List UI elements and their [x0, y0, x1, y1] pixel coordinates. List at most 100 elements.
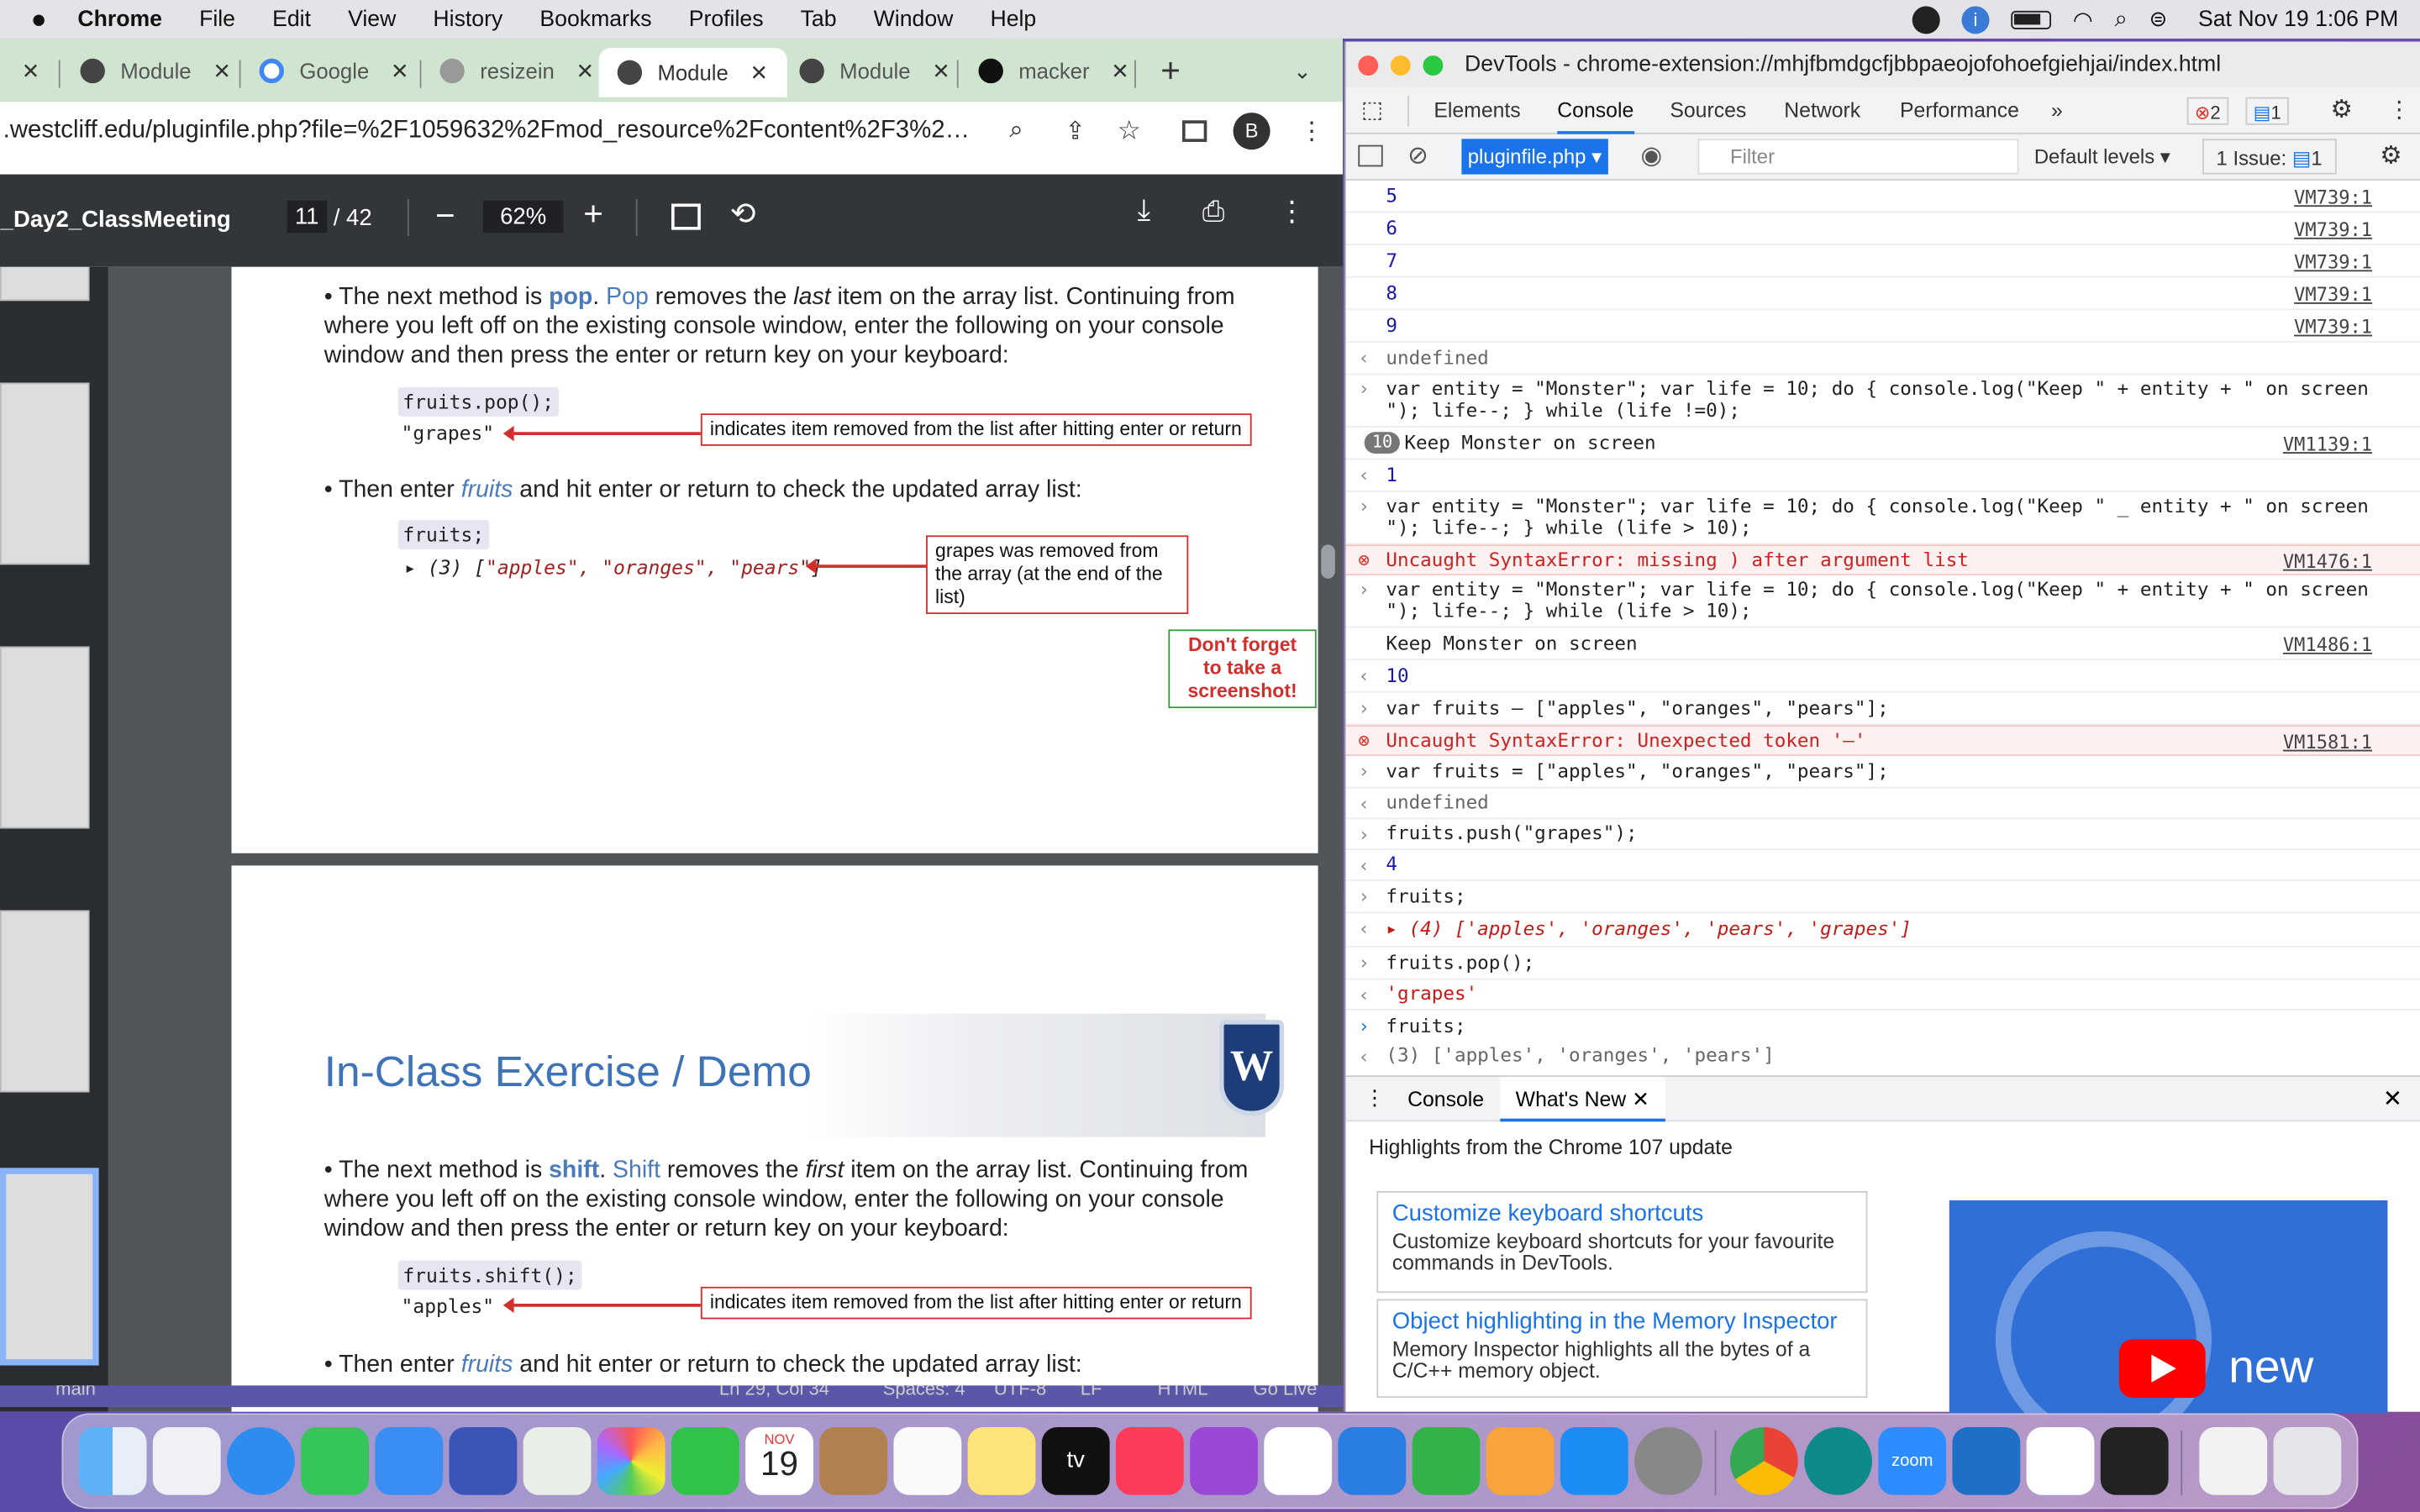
- close-window-button[interactable]: [1358, 55, 1379, 76]
- imovie-icon[interactable]: [449, 1426, 518, 1495]
- vscode-icon[interactable]: [1952, 1426, 2021, 1495]
- page-thumbnail[interactable]: [0, 910, 90, 1093]
- source-link[interactable]: VM739:1: [2294, 219, 2372, 241]
- photos-icon[interactable]: [597, 1426, 666, 1495]
- page-thumbnail[interactable]: [0, 382, 90, 565]
- settings-gear-icon[interactable]: ⚙: [2330, 88, 2352, 134]
- edge-like-icon[interactable]: [1804, 1426, 1872, 1495]
- numbers-icon[interactable]: [1412, 1426, 1481, 1495]
- tab-console[interactable]: Console: [1557, 88, 1634, 134]
- system-preferences-icon[interactable]: [1634, 1426, 1702, 1495]
- facetime-icon[interactable]: [671, 1426, 739, 1495]
- zoom-app-icon[interactable]: zoom: [1878, 1426, 1947, 1495]
- live-expression-eye-icon[interactable]: ◉: [1640, 140, 1662, 171]
- contacts-icon[interactable]: [819, 1426, 888, 1495]
- console-result-row[interactable]: ‹ ▸ (4) ['apples', 'oranges', 'pears', 'g…: [1345, 913, 2420, 948]
- menu-help[interactable]: Help: [990, 7, 1036, 31]
- rotate-icon[interactable]: ⟲: [730, 194, 756, 233]
- close-icon[interactable]: ✕: [576, 58, 595, 84]
- close-icon[interactable]: ✕: [1111, 58, 1129, 84]
- source-link[interactable]: VM1581:1: [2283, 732, 2372, 753]
- drawer-menu-icon[interactable]: ⋮: [1365, 1086, 1386, 1110]
- info-icon[interactable]: i: [1961, 5, 1990, 34]
- control-center-icon[interactable]: ⊜: [2149, 6, 2168, 32]
- status-golive[interactable]: Go Live: [1253, 1385, 1317, 1399]
- close-icon[interactable]: ✕: [750, 60, 769, 86]
- chrome-icon[interactable]: [1729, 1426, 1798, 1495]
- source-link[interactable]: VM1476:1: [2283, 551, 2372, 573]
- youtube-play-icon[interactable]: [2118, 1339, 2206, 1399]
- fit-page-icon[interactable]: [671, 203, 701, 230]
- whats-new-card[interactable]: Object highlighting in the Memory Inspec…: [1376, 1299, 1868, 1399]
- keynote-icon[interactable]: [1338, 1426, 1407, 1495]
- podcasts-icon[interactable]: [1190, 1426, 1258, 1495]
- tab-module-1[interactable]: Module ✕: [80, 48, 231, 94]
- source-link[interactable]: VM1486:1: [2283, 634, 2372, 656]
- error-badge[interactable]: ⊗2: [2186, 97, 2228, 125]
- apple-icon[interactable]: ●: [31, 4, 47, 35]
- tab-google[interactable]: Google ✕: [259, 48, 409, 94]
- clear-console-icon[interactable]: ⊘: [1407, 140, 1428, 171]
- devtools-menu-icon[interactable]: ⋮: [2387, 88, 2411, 134]
- filter-input[interactable]: Filter: [1697, 139, 2019, 175]
- tab-elements[interactable]: Elements: [1434, 88, 1520, 134]
- inspect-element-icon[interactable]: ⬚: [1361, 88, 1383, 134]
- pdf-more-icon[interactable]: ⋮: [1278, 196, 1306, 228]
- slack-icon[interactable]: [2026, 1426, 2095, 1495]
- tab-partial[interactable]: ✕: [0, 48, 40, 94]
- menu-window[interactable]: Window: [874, 7, 954, 31]
- page-thumbnail[interactable]: [0, 646, 90, 829]
- status-encoding[interactable]: UTF-8: [994, 1385, 1046, 1399]
- page-thumbnail[interactable]: [0, 266, 90, 302]
- menu-view[interactable]: View: [348, 7, 396, 31]
- print-icon[interactable]: ⎙: [1202, 196, 1224, 228]
- tab-module-3[interactable]: Module ✕: [799, 48, 950, 94]
- messages-icon[interactable]: [301, 1426, 369, 1495]
- close-icon[interactable]: ✕: [213, 58, 231, 84]
- app-store-icon[interactable]: [1560, 1426, 1628, 1495]
- whats-new-video-thumbnail[interactable]: new: [1949, 1200, 2388, 1414]
- avatar[interactable]: B: [1233, 113, 1270, 150]
- documents-stack-icon[interactable]: [2199, 1426, 2268, 1495]
- spotlight-icon[interactable]: ⌕: [2114, 6, 2127, 32]
- context-selector[interactable]: pluginfile.php ▾: [1461, 139, 1608, 175]
- bookmark-star-icon[interactable]: ☆: [1118, 116, 1141, 147]
- zoom-status-icon[interactable]: [1912, 5, 1940, 34]
- notes-icon[interactable]: [967, 1426, 1036, 1495]
- card-title[interactable]: Object highlighting in the Memory Inspec…: [1392, 1309, 1852, 1335]
- menu-profiles[interactable]: Profiles: [689, 7, 764, 31]
- console-settings-icon[interactable]: ⚙: [2380, 140, 2402, 171]
- tab-module-active[interactable]: Module ✕: [598, 47, 787, 97]
- status-eol[interactable]: LF: [1081, 1385, 1102, 1399]
- source-link[interactable]: VM739:1: [2294, 251, 2372, 273]
- tab-github[interactable]: macker ✕: [978, 48, 1129, 94]
- battery-icon[interactable]: [2011, 9, 2052, 29]
- terminal-icon[interactable]: [2100, 1426, 2169, 1495]
- news-icon[interactable]: [1264, 1426, 1333, 1495]
- status-position[interactable]: Ln 29, Col 34: [719, 1385, 829, 1399]
- more-tabs-button[interactable]: »: [2051, 88, 2063, 134]
- mail-icon[interactable]: [375, 1426, 444, 1495]
- close-icon[interactable]: ✕: [391, 58, 409, 84]
- drawer-tab-whats-new[interactable]: What's New ✕: [1500, 1077, 1665, 1122]
- menu-edit[interactable]: Edit: [272, 7, 311, 31]
- status-branch[interactable]: main: [55, 1385, 96, 1399]
- page-number-input[interactable]: 11: [287, 200, 327, 234]
- url-input[interactable]: .westcliff.edu/pluginfile.php?file=%2F10…: [3, 118, 992, 145]
- tab-sources[interactable]: Sources: [1670, 88, 1746, 134]
- more-menu-icon[interactable]: ⋮: [1300, 116, 1324, 147]
- safari-icon[interactable]: [227, 1426, 295, 1495]
- source-link[interactable]: VM1139:1: [2283, 433, 2372, 455]
- sidebar-toggle-icon[interactable]: [1358, 144, 1383, 167]
- menubar-datetime[interactable]: Sat Nov 19 1:06 PM: [2198, 7, 2398, 31]
- maps-icon[interactable]: [523, 1426, 592, 1495]
- menu-history[interactable]: History: [433, 7, 502, 31]
- zoom-window-button[interactable]: [1423, 55, 1444, 76]
- minimize-window-button[interactable]: [1390, 55, 1411, 76]
- drawer-tab-console[interactable]: Console: [1407, 1088, 1484, 1111]
- zoom-page-icon[interactable]: ⌕: [1009, 118, 1023, 145]
- issues-button[interactable]: 1 Issue: ▤1: [2202, 139, 2337, 175]
- message-badge[interactable]: ▤1: [2245, 97, 2289, 125]
- zoom-in-button[interactable]: +: [583, 194, 603, 234]
- tab-search-button[interactable]: ⌄: [1293, 48, 1312, 94]
